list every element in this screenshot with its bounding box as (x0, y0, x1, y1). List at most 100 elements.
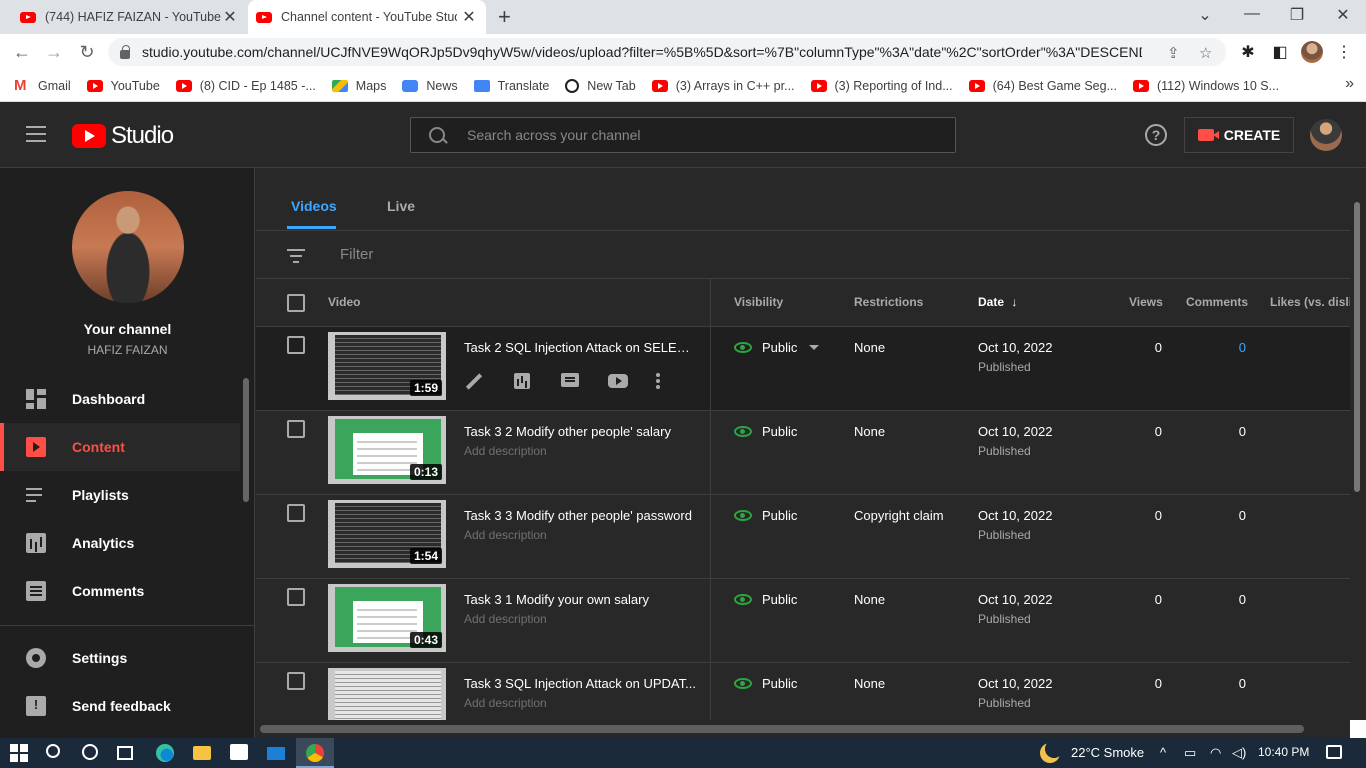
sidebar-item-settings[interactable]: Settings (0, 634, 240, 682)
visibility-status[interactable]: Public (734, 676, 797, 691)
analytics-icon[interactable] (512, 371, 532, 391)
channel-avatar[interactable] (72, 191, 184, 303)
bookmark-new-tab[interactable]: New Tab (565, 79, 636, 93)
video-title[interactable]: Task 3 2 Modify other people' salary (464, 424, 696, 439)
bookmark-maps[interactable]: Maps (331, 79, 386, 93)
video-thumbnail[interactable] (328, 668, 446, 720)
sidebar-item-send-feedback[interactable]: Send feedback (0, 682, 240, 730)
bookmark-reporting[interactable]: (3) Reporting of Ind... (810, 79, 953, 93)
table-row[interactable]: 0:43 Task 3 1 Modify your own salary Add… (256, 579, 1350, 663)
column-header-comments[interactable]: Comments (1186, 295, 1248, 309)
add-description-link[interactable]: Add description (464, 612, 547, 626)
filter-icon[interactable] (287, 249, 305, 267)
tab-live[interactable]: Live (387, 198, 415, 214)
chrome-icon[interactable] (306, 744, 324, 762)
sidebar-item-analytics[interactable]: Analytics (0, 519, 240, 567)
bookmark-translate[interactable]: Translate (473, 79, 549, 93)
more-bookmarks-icon[interactable]: » (1345, 75, 1354, 93)
table-row[interactable]: 0:13 Task 3 2 Modify other people' salar… (256, 411, 1350, 495)
windows-start-icon[interactable] (10, 744, 28, 762)
back-arrow-icon[interactable]: ← (11, 42, 33, 63)
show-hidden-icons-chevron-icon[interactable]: ^ (1160, 745, 1166, 760)
bookmark-windows10[interactable]: (112) Windows 10 S... (1133, 79, 1279, 93)
sidebar-scrollbar[interactable] (243, 378, 249, 502)
video-title[interactable]: Task 3 3 Modify other people' password (464, 508, 696, 523)
weather-moon-icon[interactable] (1040, 743, 1060, 763)
column-header-restrictions[interactable]: Restrictions (854, 295, 923, 309)
bookmark-news[interactable]: News (402, 79, 458, 93)
browser-tab-studio[interactable]: Channel content - YouTube Studio ✕ (248, 0, 486, 34)
bookmark-youtube[interactable]: YouTube (86, 79, 160, 93)
table-row[interactable]: Task 3 SQL Injection Attack on UPDAT... … (256, 663, 1350, 720)
bookmark-arrays[interactable]: (3) Arrays in C++ pr... (651, 79, 795, 93)
search-input[interactable] (467, 127, 937, 143)
volume-icon[interactable]: ◁) (1232, 745, 1246, 761)
visibility-status[interactable]: Public (734, 508, 797, 523)
store-icon[interactable] (230, 744, 248, 760)
video-thumbnail[interactable]: 0:13 (328, 416, 446, 484)
add-description-link[interactable]: Add description (464, 444, 547, 458)
row-checkbox[interactable] (287, 336, 305, 354)
notification-icon[interactable] (1326, 745, 1342, 759)
browser-profile-avatar[interactable] (1301, 41, 1323, 63)
create-button[interactable]: CREATE (1184, 117, 1294, 153)
view-on-youtube-icon[interactable] (608, 371, 628, 391)
column-header-views[interactable]: Views (1129, 295, 1163, 309)
bookmark-gmail[interactable]: M Gmail (14, 78, 71, 93)
table-row[interactable]: 1:59 Task 2 SQL Injection Attack on SELE… (256, 327, 1350, 411)
visibility-status[interactable]: Public (734, 424, 797, 439)
minimize-icon[interactable]: — (1240, 5, 1264, 23)
video-title[interactable]: Task 3 1 Modify your own salary (464, 592, 696, 607)
tab-videos[interactable]: Videos (291, 198, 337, 214)
horizontal-scrollbar[interactable] (260, 725, 1304, 733)
add-description-link[interactable]: Add description (464, 528, 547, 542)
studio-logo[interactable]: Studio (72, 122, 174, 150)
filter-input[interactable]: Filter (340, 246, 373, 263)
sidebar-item-comments[interactable]: Comments (0, 567, 240, 615)
table-row[interactable]: 1:54 Task 3 3 Modify other people' passw… (256, 495, 1350, 579)
bookmark-best-game[interactable]: (64) Best Game Seg... (968, 79, 1117, 93)
browser-menu-icon[interactable]: ⋮ (1334, 42, 1354, 62)
column-header-date[interactable]: Date ↓ (978, 295, 1017, 309)
row-checkbox[interactable] (287, 504, 305, 522)
taskbar-search-icon[interactable] (46, 744, 60, 758)
row-checkbox[interactable] (287, 420, 305, 438)
edge-icon[interactable] (156, 744, 174, 762)
add-description-link[interactable]: Add description (464, 696, 547, 710)
video-thumbnail[interactable]: 1:54 (328, 500, 446, 568)
comments-icon[interactable] (560, 371, 580, 391)
video-thumbnail[interactable]: 0:43 (328, 584, 446, 652)
column-header-likes[interactable]: Likes (vs. disli (1270, 295, 1350, 309)
restore-icon[interactable]: ❐ (1285, 5, 1309, 25)
share-icon[interactable]: ⇪ (1167, 44, 1180, 62)
new-tab-plus-icon[interactable]: + (498, 4, 511, 30)
video-title[interactable]: Task 2 SQL Injection Attack on SELEC... (464, 340, 696, 355)
comments-count-link[interactable]: 0 (1196, 340, 1246, 355)
edit-pencil-icon[interactable] (464, 371, 484, 391)
forward-arrow-icon[interactable]: → (43, 42, 65, 63)
vertical-scrollbar[interactable] (1354, 202, 1360, 492)
visibility-status[interactable]: Public (734, 592, 797, 607)
help-icon[interactable]: ? (1145, 124, 1167, 146)
taskbar-clock[interactable]: 10:40 PM (1258, 745, 1309, 759)
cortana-icon[interactable] (82, 744, 98, 760)
channel-search-box[interactable] (410, 117, 956, 153)
sidebar-item-content[interactable]: Content (0, 423, 240, 471)
sidebar-item-dashboard[interactable]: Dashboard (0, 375, 240, 423)
side-panel-icon[interactable]: ◧ (1270, 42, 1290, 62)
account-avatar[interactable] (1310, 119, 1342, 151)
weather-text[interactable]: 22°C Smoke (1071, 745, 1144, 760)
browser-tab-youtube[interactable]: (744) HAFIZ FAIZAN - YouTube ✕ (12, 0, 247, 34)
hamburger-menu-icon[interactable] (26, 126, 46, 147)
tab-search-chevron-icon[interactable]: ⌄ (1193, 5, 1217, 25)
close-tab-icon[interactable]: ✕ (221, 7, 239, 27)
task-view-icon[interactable] (117, 746, 133, 760)
video-title[interactable]: Task 3 SQL Injection Attack on UPDAT... (464, 676, 696, 691)
sidebar-item-playlists[interactable]: Playlists (0, 471, 240, 519)
close-tab-icon[interactable]: ✕ (460, 7, 478, 27)
restrictions-value[interactable]: Copyright claim (854, 508, 944, 523)
address-bar[interactable]: studio.youtube.com/channel/UCJfNVE9WqORJ… (108, 38, 1226, 66)
visibility-dropdown[interactable]: Public (734, 340, 820, 355)
mail-icon[interactable] (267, 747, 285, 760)
file-explorer-icon[interactable] (193, 746, 211, 760)
